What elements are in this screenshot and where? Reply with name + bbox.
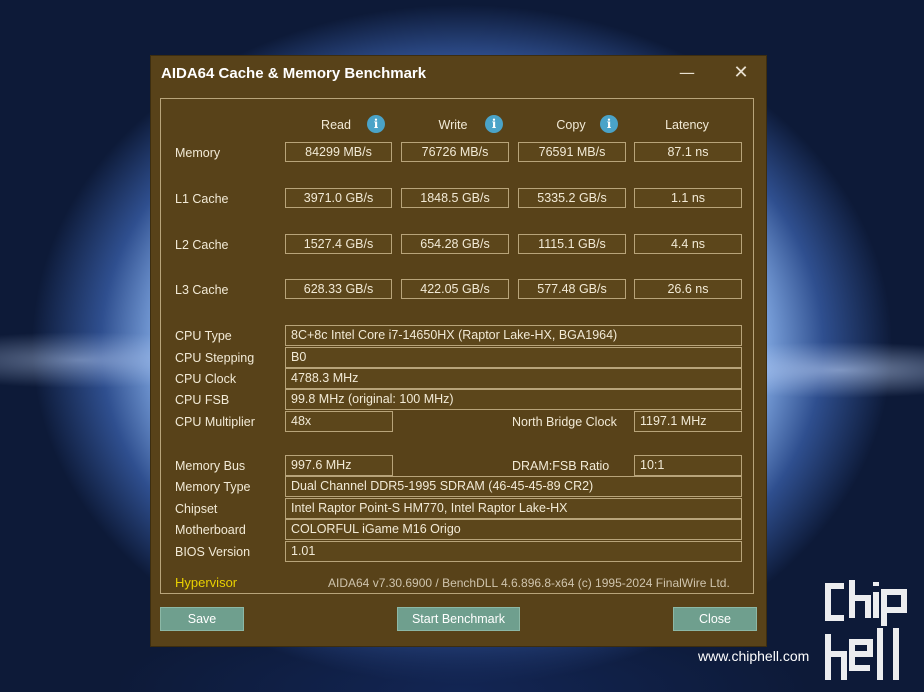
l2-write-value: 654.28 GB/s [401,234,509,254]
l2-read-value: 1527.4 GB/s [285,234,392,254]
read-info-icon[interactable]: i [367,115,385,133]
save-button[interactable]: Save [160,607,244,631]
watermark-url: www.chiphell.com [698,648,810,664]
cpu-fsb-label: CPU FSB [175,393,230,407]
chipset-value: Intel Raptor Point-S HM770, Intel Raptor… [285,498,742,519]
dram-fsb-ratio-value: 10:1 [634,455,742,476]
cpu-clock-value: 4788.3 MHz [285,368,742,389]
memory-bus-value: 997.6 MHz [285,455,393,476]
l3-read-value: 628.33 GB/s [285,279,392,299]
cpu-fsb-value: 99.8 MHz (original: 100 MHz) [285,389,742,410]
close-window-button[interactable]: ✕ [727,60,755,86]
l3-latency-value: 26.6 ns [634,279,742,299]
north-bridge-clock-value: 1197.1 MHz [634,411,742,432]
memory-latency-value: 87.1 ns [634,142,742,162]
header-latency: Latency [665,118,709,132]
memory-bus-label: Memory Bus [175,459,246,473]
version-info: AIDA64 v7.30.6900 / BenchDLL 4.6.896.8-x… [328,576,730,590]
header-write: Write [438,118,468,132]
bios-version-label: BIOS Version [175,545,251,559]
cpu-stepping-label: CPU Stepping [175,351,255,365]
north-bridge-clock-label: North Bridge Clock [512,415,617,429]
hypervisor-label: Hypervisor [175,575,238,590]
memory-row-label: Memory [175,146,221,160]
copy-info-icon[interactable]: i [600,115,618,133]
l1-latency-value: 1.1 ns [634,188,742,208]
minimize-button[interactable]: — [673,60,701,86]
l1-read-value: 3971.0 GB/s [285,188,392,208]
dram-fsb-ratio-label: DRAM:FSB Ratio [512,459,610,473]
window-title: AIDA64 Cache & Memory Benchmark [161,65,427,82]
bios-version-value: 1.01 [285,541,742,562]
memory-type-value: Dual Channel DDR5-1995 SDRAM (46-45-45-8… [285,476,742,497]
cpu-multiplier-label: CPU Multiplier [175,415,255,429]
chiphell-logo [824,578,912,692]
l2-copy-value: 1115.1 GB/s [518,234,626,254]
l3-copy-value: 577.48 GB/s [518,279,626,299]
cpu-type-value: 8C+8c Intel Core i7-14650HX (Raptor Lake… [285,325,742,346]
chipset-label: Chipset [175,502,218,516]
l1-copy-value: 5335.2 GB/s [518,188,626,208]
l1-write-value: 1848.5 GB/s [401,188,509,208]
l3-write-value: 422.05 GB/s [401,279,509,299]
l1-row-label: L1 Cache [175,192,229,206]
close-button[interactable]: Close [673,607,757,631]
memory-copy-value: 76591 MB/s [518,142,626,162]
results-panel: Read i Write i Copy i Latency Memory 842… [160,98,754,594]
l2-latency-value: 4.4 ns [634,234,742,254]
cpu-type-label: CPU Type [175,329,232,343]
header-copy: Copy [556,118,586,132]
start-benchmark-button[interactable]: Start Benchmark [397,607,520,631]
cpu-stepping-value: B0 [285,347,742,368]
motherboard-label: Motherboard [175,523,246,537]
l3-row-label: L3 Cache [175,283,229,297]
write-info-icon[interactable]: i [485,115,503,133]
memory-write-value: 76726 MB/s [401,142,509,162]
motherboard-value: COLORFUL iGame M16 Origo [285,519,742,540]
memory-type-label: Memory Type [175,480,251,494]
memory-read-value: 84299 MB/s [285,142,392,162]
benchmark-window: AIDA64 Cache & Memory Benchmark — ✕ Read… [151,56,766,646]
header-read: Read [321,118,351,132]
cpu-multiplier-value: 48x [285,411,393,432]
cpu-clock-label: CPU Clock [175,372,237,386]
l2-row-label: L2 Cache [175,238,229,252]
title-bar[interactable]: AIDA64 Cache & Memory Benchmark — ✕ [151,56,766,94]
